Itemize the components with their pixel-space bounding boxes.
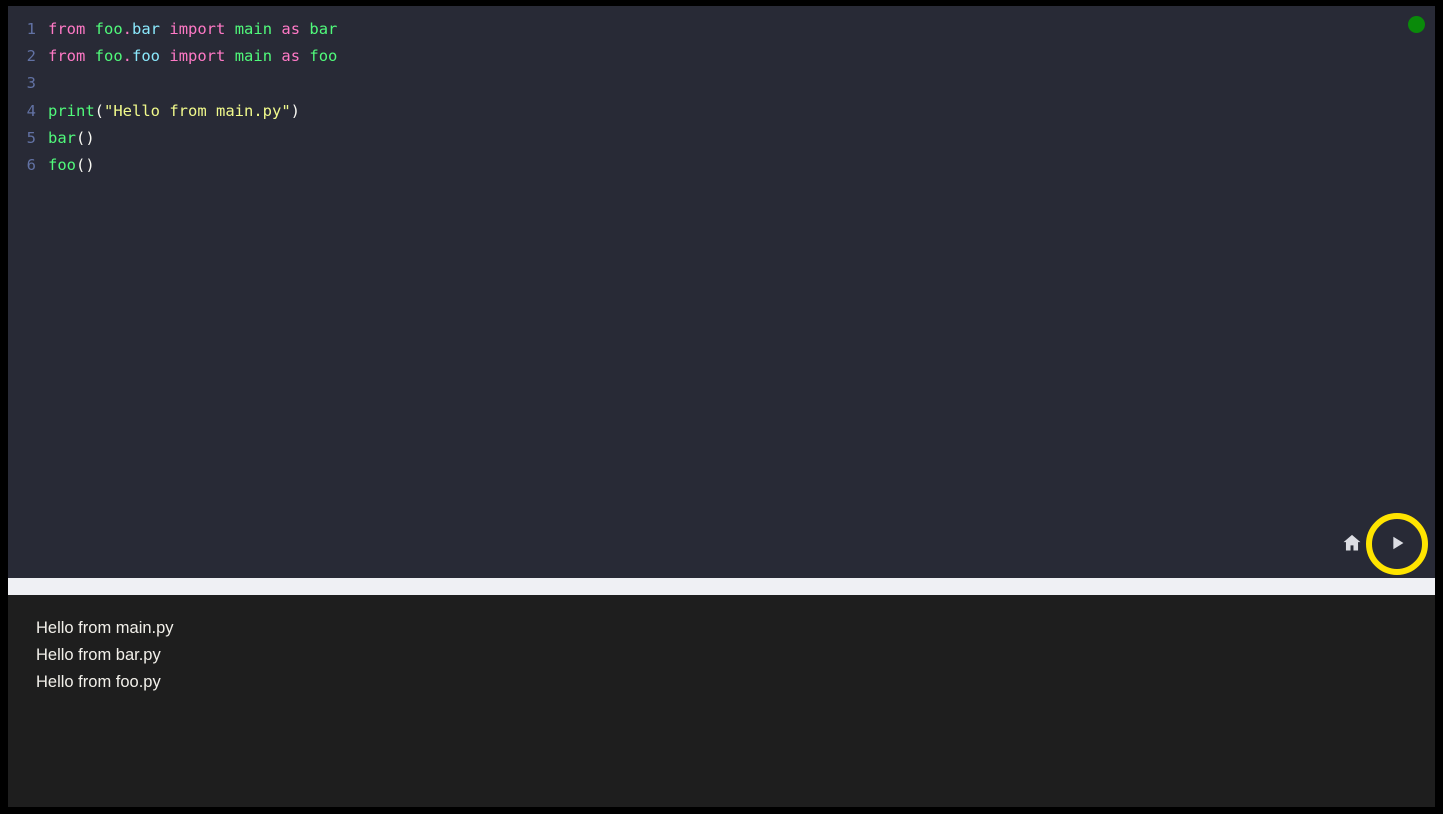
code-line[interactable]: 6 foo() <box>8 152 1435 179</box>
code-token: as <box>281 47 301 66</box>
play-icon <box>1386 532 1408 557</box>
code-token: "Hello from main.py" <box>104 101 291 120</box>
code-token: bar <box>48 128 76 147</box>
code-token: foo <box>132 47 161 66</box>
code-line-text: print("Hello from main.py") <box>36 98 300 125</box>
line-number: 3 <box>26 74 36 93</box>
app-window: 1 from foo.bar import main as bar 2 from fo… <box>8 6 1435 807</box>
code-editor-content[interactable]: 1 from foo.bar import main as bar 2 from fo… <box>8 6 1435 179</box>
code-token: import <box>169 20 226 38</box>
code-token: foo <box>309 47 338 66</box>
code-line[interactable]: 4 print("Hello from main.py") <box>8 98 1435 125</box>
code-token: ) <box>290 101 300 120</box>
home-button[interactable] <box>1335 527 1369 561</box>
home-icon <box>1341 532 1363 557</box>
code-token: import <box>169 47 226 66</box>
code-token: () <box>76 155 95 174</box>
green-status-dot <box>1408 16 1425 33</box>
code-token: main <box>234 20 273 38</box>
code-line-text: from foo.bar import main as bar <box>36 16 337 43</box>
pane-resize-divider[interactable] <box>8 578 1435 595</box>
code-editor-pane[interactable]: 1 from foo.bar import main as bar 2 from fo… <box>8 6 1435 578</box>
line-number: 2 <box>26 47 36 66</box>
code-token: as <box>281 20 301 38</box>
line-number: 4 <box>26 101 36 120</box>
run-button[interactable] <box>1374 521 1420 567</box>
code-token: foo <box>94 20 123 38</box>
code-line[interactable]: 3 <box>8 70 1435 97</box>
code-line-text: from foo.foo import main as foo <box>36 43 337 70</box>
code-line-text: foo() <box>36 152 95 179</box>
editor-controls <box>1335 513 1428 575</box>
line-number: 6 <box>26 155 36 174</box>
console-output-line: Hello from foo.py <box>36 673 161 691</box>
console-output-line: Hello from main.py <box>36 619 174 637</box>
code-token: ( <box>94 101 105 120</box>
line-number: 1 <box>26 20 36 38</box>
code-token: main <box>234 47 273 66</box>
code-token: from <box>48 47 86 66</box>
code-line-text: bar() <box>36 125 95 152</box>
code-token: print <box>48 101 95 120</box>
code-token: . <box>122 20 133 38</box>
code-line[interactable]: 5 bar() <box>8 125 1435 152</box>
code-token: () <box>76 128 95 147</box>
code-token: foo <box>48 155 76 174</box>
line-number: 5 <box>26 128 36 147</box>
code-token: from <box>48 20 86 38</box>
code-token: . <box>122 47 133 66</box>
console-output-line: Hello from bar.py <box>36 646 161 664</box>
code-line[interactable]: 1 from foo.bar import main as bar <box>8 16 1435 43</box>
code-token: bar <box>132 20 161 38</box>
code-token: foo <box>94 47 123 66</box>
code-line[interactable]: 2 from foo.foo import main as foo <box>8 43 1435 70</box>
code-token: bar <box>309 20 338 38</box>
console-output-pane[interactable]: Hello from main.py Hello from bar.py Hello… <box>8 595 1435 807</box>
run-button-wrapper <box>1366 513 1428 575</box>
